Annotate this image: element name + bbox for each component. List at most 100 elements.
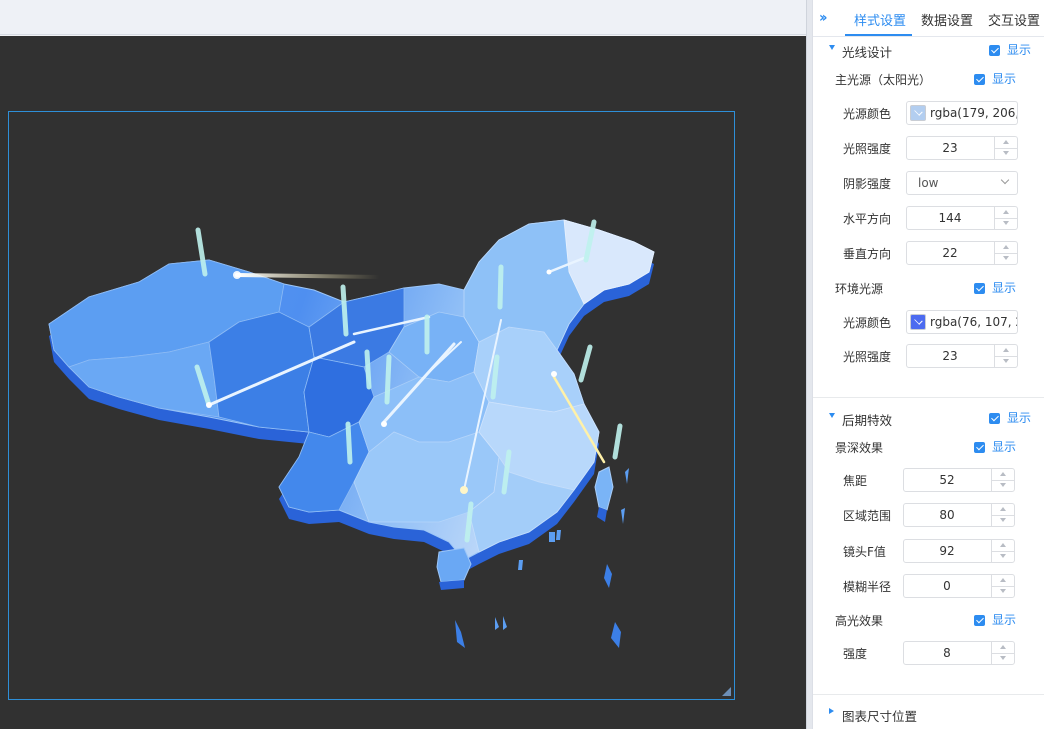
number-stepper[interactable] xyxy=(991,575,1015,597)
horizontal-direction-label: 水平方向 xyxy=(843,212,892,226)
dof-show-label[interactable]: 显示 xyxy=(992,438,1016,455)
light-design-show-checkbox[interactable] xyxy=(989,45,1000,56)
chart-size-section-header[interactable]: 图表尺寸位置 xyxy=(813,702,1044,728)
area-range-input[interactable]: 80 xyxy=(903,503,1015,527)
section-divider xyxy=(813,397,1044,398)
bloom-strength-label: 强度 xyxy=(843,647,868,661)
increment-icon[interactable] xyxy=(1003,245,1009,249)
tab-style-settings[interactable]: 样式设置 xyxy=(854,10,906,29)
vertical-direction-input[interactable]: 22 xyxy=(906,241,1018,265)
bloom-strength-value: 8 xyxy=(943,646,951,660)
ambient-light-color-value: rgba(76, 107, 24 xyxy=(930,315,1017,329)
main-light-show-label[interactable]: 显示 xyxy=(992,70,1016,87)
decrement-icon[interactable] xyxy=(1000,589,1006,593)
horizontal-direction-value: 144 xyxy=(938,211,962,225)
vertical-direction-row: 垂直方向 22 xyxy=(813,240,1044,266)
increment-icon[interactable] xyxy=(1000,578,1006,582)
post-effects-show-checkbox[interactable] xyxy=(989,413,1000,424)
number-stepper[interactable] xyxy=(994,207,1018,229)
decrement-icon[interactable] xyxy=(1003,221,1009,225)
decrement-icon[interactable] xyxy=(1000,656,1006,660)
f-stop-value: 92 xyxy=(939,544,955,558)
blur-radius-row: 模糊半径 0 xyxy=(813,573,1044,599)
main-light-color-picker[interactable]: rgba(179, 206, 2 xyxy=(906,101,1018,125)
bloom-show-label[interactable]: 显示 xyxy=(992,611,1016,628)
decrement-icon[interactable] xyxy=(1000,483,1006,487)
main-light-header: 主光源（太阳光） 显示 xyxy=(813,67,1044,93)
caret-down-icon[interactable] xyxy=(829,45,835,50)
caret-right-icon[interactable] xyxy=(829,708,834,714)
light-design-show-label[interactable]: 显示 xyxy=(1007,41,1031,58)
ambient-light-intensity-row: 光照强度 23 xyxy=(813,343,1044,369)
ambient-light-show-checkbox[interactable] xyxy=(974,283,985,294)
increment-icon[interactable] xyxy=(1000,472,1006,476)
area-range-row: 区域范围 80 xyxy=(813,502,1044,528)
blur-radius-label: 模糊半径 xyxy=(843,580,892,594)
active-tab-indicator xyxy=(845,34,912,36)
shadow-strength-row: 阴影强度 low xyxy=(813,170,1044,196)
ambient-light-intensity-value: 23 xyxy=(942,349,958,363)
number-stepper[interactable] xyxy=(994,137,1018,159)
ambient-light-color-label: 光源颜色 xyxy=(843,316,892,330)
focal-distance-row: 焦距 52 xyxy=(813,467,1044,493)
color-swatch[interactable] xyxy=(910,105,926,121)
shadow-strength-select[interactable]: low xyxy=(906,171,1018,195)
number-stepper[interactable] xyxy=(991,504,1015,526)
dof-header: 景深效果 显示 xyxy=(813,435,1044,461)
main-light-title: 主光源（太阳光） xyxy=(835,73,932,87)
decrement-icon[interactable] xyxy=(1003,151,1009,155)
bloom-header: 高光效果 显示 xyxy=(813,608,1044,634)
post-effects-title: 后期特效 xyxy=(842,413,893,428)
main-light-color-row: 光源颜色 rgba(179, 206, 2 xyxy=(813,100,1044,126)
bloom-show-checkbox[interactable] xyxy=(974,615,985,626)
ambient-light-intensity-input[interactable]: 23 xyxy=(906,344,1018,368)
decrement-icon[interactable] xyxy=(1000,554,1006,558)
map-widget[interactable] xyxy=(8,111,735,700)
increment-icon[interactable] xyxy=(1003,210,1009,214)
main-light-intensity-label: 光照强度 xyxy=(843,142,892,156)
ambient-light-show-label[interactable]: 显示 xyxy=(992,279,1016,296)
number-stepper[interactable] xyxy=(994,242,1018,264)
horizontal-direction-input[interactable]: 144 xyxy=(906,206,1018,230)
number-stepper[interactable] xyxy=(991,469,1015,491)
number-stepper[interactable] xyxy=(991,540,1015,562)
section-divider xyxy=(813,694,1044,695)
tab-data-settings[interactable]: 数据设置 xyxy=(921,10,973,29)
blur-radius-input[interactable]: 0 xyxy=(903,574,1015,598)
ambient-light-title: 环境光源 xyxy=(835,282,884,296)
tab-interaction-settings[interactable]: 交互设置 xyxy=(988,10,1040,29)
bloom-strength-input[interactable]: 8 xyxy=(903,641,1015,665)
ambient-light-intensity-label: 光照强度 xyxy=(843,350,892,364)
main-light-show-checkbox[interactable] xyxy=(974,74,985,85)
shadow-strength-value: low xyxy=(918,176,939,190)
f-stop-input[interactable]: 92 xyxy=(903,539,1015,563)
number-stepper[interactable] xyxy=(994,345,1018,367)
horizontal-direction-row: 水平方向 144 xyxy=(813,205,1044,231)
post-effects-section-header[interactable]: 后期特效 显示 xyxy=(813,406,1044,432)
shadow-strength-label: 阴影强度 xyxy=(843,177,892,191)
caret-down-icon[interactable] xyxy=(829,413,835,418)
increment-icon[interactable] xyxy=(1003,140,1009,144)
resize-handle[interactable] xyxy=(722,687,731,696)
ambient-light-color-picker[interactable]: rgba(76, 107, 24 xyxy=(906,310,1018,334)
focal-distance-input[interactable]: 52 xyxy=(903,468,1015,492)
increment-icon[interactable] xyxy=(1003,348,1009,352)
settings-panel: ›› 样式设置 数据设置 交互设置 光线设计 显示 主光源（太阳光） 显示 光源… xyxy=(812,0,1044,729)
f-stop-label: 镜头F值 xyxy=(843,545,886,559)
light-design-section-header[interactable]: 光线设计 显示 xyxy=(813,38,1044,64)
post-effects-show-label[interactable]: 显示 xyxy=(1007,409,1031,426)
increment-icon[interactable] xyxy=(1000,645,1006,649)
main-light-intensity-input[interactable]: 23 xyxy=(906,136,1018,160)
increment-icon[interactable] xyxy=(1000,543,1006,547)
decrement-icon[interactable] xyxy=(1003,256,1009,260)
decrement-icon[interactable] xyxy=(1003,359,1009,363)
increment-icon[interactable] xyxy=(1000,507,1006,511)
focal-distance-value: 52 xyxy=(939,473,955,487)
number-stepper[interactable] xyxy=(991,642,1015,664)
decrement-icon[interactable] xyxy=(1000,518,1006,522)
bloom-title: 高光效果 xyxy=(835,614,884,628)
collapse-panel-icon[interactable]: ›› xyxy=(819,10,827,26)
dof-show-checkbox[interactable] xyxy=(974,442,985,453)
chevron-down-icon xyxy=(1000,175,1010,185)
color-swatch[interactable] xyxy=(910,314,926,330)
